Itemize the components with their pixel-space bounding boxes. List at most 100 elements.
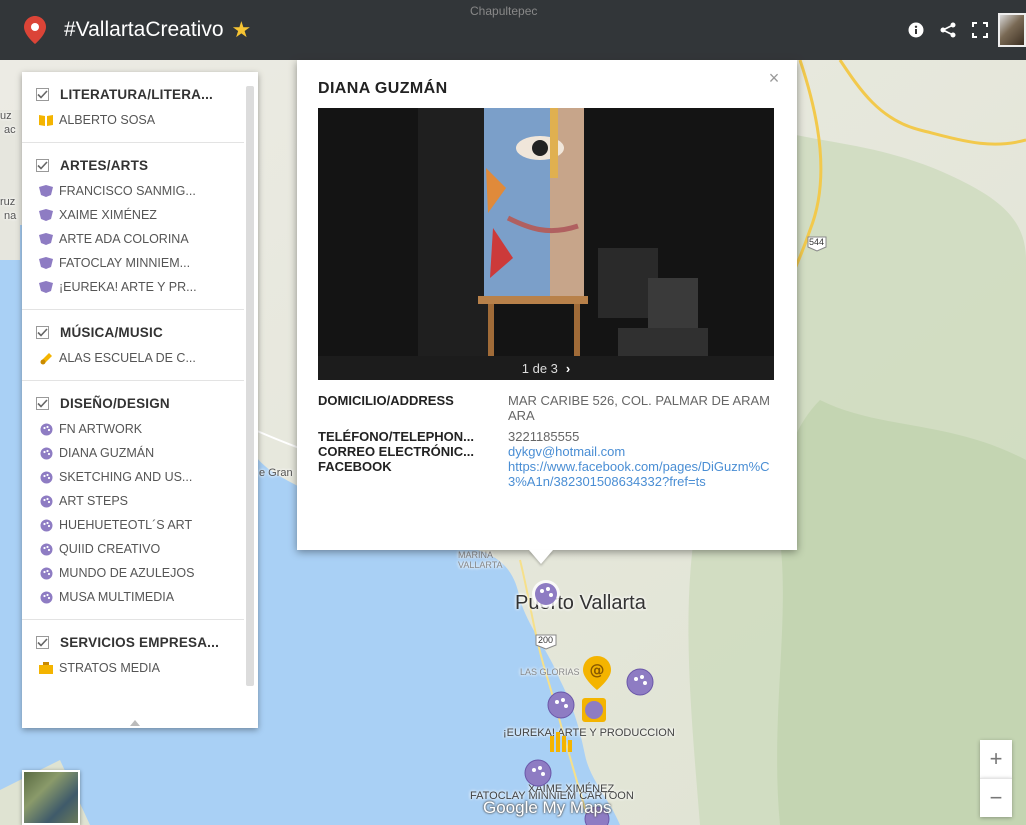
road-shield-200: 200 — [535, 634, 557, 655]
svg-text:@: @ — [590, 661, 605, 679]
layer-checkbox[interactable] — [36, 635, 49, 649]
layer-header[interactable]: LITERATURA/LITERA... — [22, 80, 244, 108]
list-item[interactable]: XAIME XIMÉNEZ — [22, 203, 244, 227]
map-title[interactable]: #VallartaCreativo — [64, 18, 224, 42]
list-item-label: FN ARTWORK — [59, 422, 143, 436]
list-item-label: HUEHUETEOTL´S ART — [59, 518, 193, 532]
layer-diseno: DISEÑO/DESIGN FN ARTWORK DIANA GUZMÁN SK… — [22, 381, 244, 620]
design-marker[interactable] — [523, 758, 553, 793]
theater-masks-icon — [39, 232, 53, 246]
layer-title: MÚSICA/MUSIC — [60, 324, 163, 340]
layer-title: ARTES/ARTS — [60, 157, 149, 173]
list-item[interactable]: FRANCISCO SANMIG... — [22, 179, 244, 203]
map-pin-logo-icon[interactable] — [22, 16, 48, 44]
theater-masks-icon — [39, 280, 53, 294]
list-item[interactable]: HUEHUETEOTL´S ART — [22, 513, 244, 537]
legend-list[interactable]: LITERATURA/LITERA... ALBERTO SOSA ARTES/… — [22, 72, 244, 712]
facebook-link[interactable]: https://www.facebook.com/pages/DiGuzm%C3… — [508, 459, 778, 489]
close-button[interactable]: × — [766, 69, 782, 87]
map-edge-label: ac — [4, 124, 16, 136]
detail-value: MAR CARIBE 526, COL. PALMAR DE ARAMARA — [508, 393, 770, 423]
palette-icon — [39, 542, 53, 556]
detail-key: TELÉFONO/TELEPHON... — [318, 429, 475, 444]
palette-icon — [39, 518, 53, 532]
map-edge-label: uz — [0, 110, 12, 122]
theater-masks-icon — [39, 184, 53, 198]
email-link[interactable]: dykgv@hotmail.com — [508, 444, 778, 459]
layer-header[interactable]: MÚSICA/MUSIC — [22, 318, 244, 346]
music-marker[interactable] — [548, 730, 576, 761]
zoom-in-button[interactable]: + — [980, 740, 1012, 778]
zoom-out-button[interactable]: − — [980, 778, 1012, 817]
detail-row-email: CORREO ELECTRÓNIC... dykgv@hotmail.com — [318, 444, 778, 459]
layer-artes: ARTES/ARTS FRANCISCO SANMIG... XAIME XIM… — [22, 143, 244, 310]
list-item[interactable]: ART STEPS — [22, 489, 244, 513]
literature-marker[interactable]: @ — [583, 656, 611, 695]
design-marker[interactable] — [546, 690, 576, 725]
list-item[interactable]: MUNDO DE AZULEJOS — [22, 561, 244, 585]
detail-key: CORREO ELECTRÓNIC... — [318, 444, 475, 459]
card-pointer — [529, 550, 553, 564]
list-item[interactable]: ¡EUREKA! ARTE Y PR... — [22, 275, 244, 299]
theater-masks-icon — [39, 208, 53, 222]
detail-row-address: DOMICILIO/ADDRESS MAR CARIBE 526, COL. P… — [318, 393, 778, 423]
info-icon[interactable] — [902, 16, 930, 44]
layer-servicios: SERVICIOS EMPRESA... STRATOS MEDIA — [22, 620, 244, 690]
photo-pager[interactable]: 1 de 3 › — [318, 356, 774, 380]
layer-header[interactable]: DISEÑO/DESIGN — [22, 389, 244, 417]
detail-row-phone: TELÉFONO/TELEPHON... 3221185555 — [318, 429, 778, 444]
legend-panel[interactable]: LITERATURA/LITERA... ALBERTO SOSA ARTES/… — [22, 72, 258, 728]
list-item-label: SKETCHING AND US... — [59, 470, 193, 484]
layer-checkbox[interactable] — [36, 396, 49, 410]
list-item[interactable]: ALBERTO SOSA — [22, 108, 244, 132]
layer-title: SERVICIOS EMPRESA... — [60, 634, 220, 650]
list-item-label: STRATOS MEDIA — [59, 661, 160, 675]
list-item-label: XAIME XIMÉNEZ — [59, 208, 157, 222]
satellite-view-toggle[interactable] — [22, 770, 80, 825]
list-item-label: FRANCISCO SANMIG... — [59, 184, 196, 198]
palette-icon — [39, 470, 53, 484]
avatar[interactable] — [998, 13, 1026, 47]
list-item-label: ALAS ESCUELA DE C... — [59, 351, 196, 365]
legend-scrollbar[interactable] — [246, 86, 254, 686]
map-edge-label: na — [4, 210, 17, 222]
list-item[interactable]: MUSA MULTIMEDIA — [22, 585, 244, 609]
layer-checkbox[interactable] — [36, 158, 49, 172]
book-icon — [39, 113, 53, 127]
list-item-label: DIANA GUZMÁN — [59, 446, 155, 460]
road-shield-544: 544 — [807, 236, 827, 257]
map-app: Chapultepec #VallartaCreativo ★ uz ac ru… — [0, 0, 1026, 825]
list-item-label: ARTE ADA COLORINA — [59, 232, 189, 246]
selected-marker-ring[interactable] — [531, 579, 561, 614]
list-item[interactable]: QUIID CREATIVO — [22, 537, 244, 561]
place-details: DOMICILIO/ADDRESS MAR CARIBE 526, COL. P… — [318, 393, 778, 489]
painting-photo — [318, 108, 774, 356]
layer-header[interactable]: ARTES/ARTS — [22, 151, 244, 179]
share-icon[interactable] — [934, 16, 962, 44]
list-item[interactable]: ARTE ADA COLORINA — [22, 227, 244, 251]
marina-label: MARINA VALLARTA — [458, 550, 503, 570]
scroll-down-icon[interactable] — [130, 720, 140, 726]
list-item[interactable]: ALAS ESCUELA DE C... — [22, 346, 244, 370]
fullscreen-icon[interactable] — [966, 16, 994, 44]
arts-marker[interactable] — [578, 696, 610, 731]
layer-header[interactable]: SERVICIOS EMPRESA... — [22, 628, 244, 656]
layer-checkbox[interactable] — [36, 325, 49, 339]
layer-literatura: LITERATURA/LITERA... ALBERTO SOSA — [22, 72, 244, 143]
list-item[interactable]: SKETCHING AND US... — [22, 465, 244, 489]
list-item[interactable]: DIANA GUZMÁN — [22, 441, 244, 465]
design-marker[interactable] — [625, 667, 655, 702]
list-item[interactable]: STRATOS MEDIA — [22, 656, 244, 680]
music-note-icon — [39, 351, 53, 365]
list-item[interactable]: FATOCLAY MINNIEM... — [22, 251, 244, 275]
chevron-right-icon[interactable]: › — [566, 361, 570, 376]
detail-value: 3221185555 — [508, 429, 580, 444]
layer-title: LITERATURA/LITERA... — [60, 86, 213, 102]
palette-icon — [39, 446, 53, 460]
layer-checkbox[interactable] — [36, 87, 49, 101]
list-item-label: ¡EUREKA! ARTE Y PR... — [59, 280, 197, 294]
list-item[interactable]: FN ARTWORK — [22, 417, 244, 441]
star-icon[interactable]: ★ — [232, 17, 252, 43]
place-photo[interactable]: 1 de 3 › — [318, 108, 774, 380]
palette-icon — [39, 422, 53, 436]
